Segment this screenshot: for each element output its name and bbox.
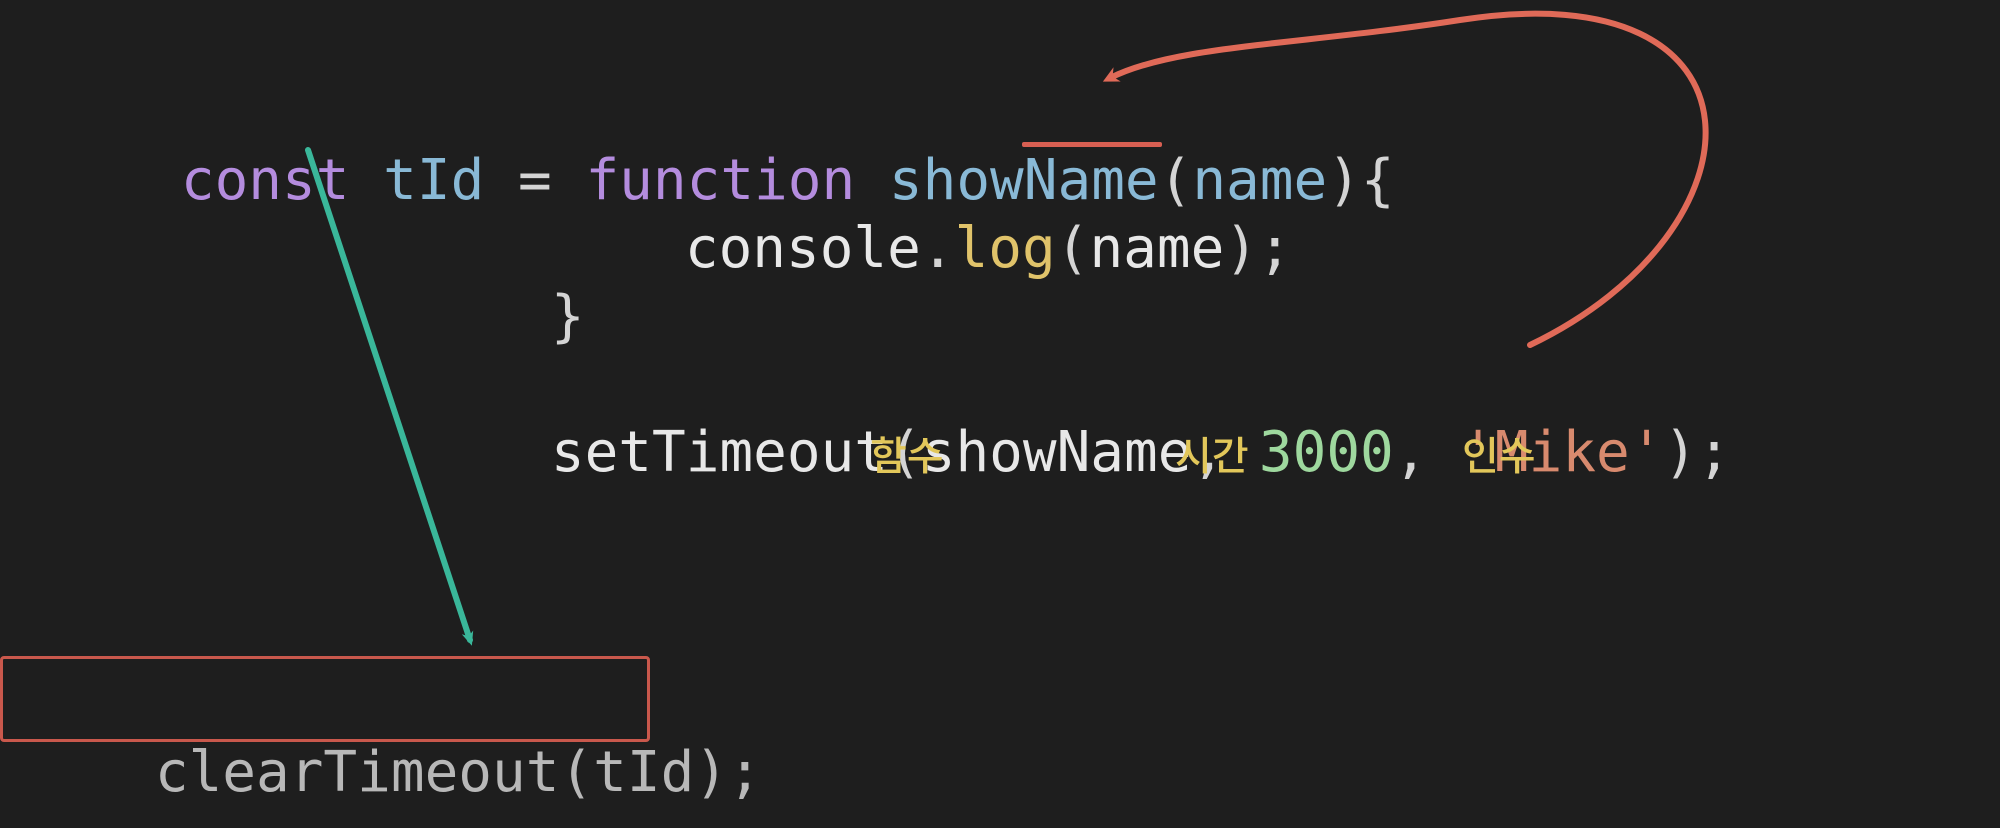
label-function: 함수 <box>870 424 944 482</box>
highlight-box <box>0 656 650 742</box>
code-line-2: console.log(name); <box>550 148 1292 350</box>
punct-c2: , <box>1394 420 1428 485</box>
op-eq: = <box>518 148 552 213</box>
label-time: 시간 <box>1175 424 1249 482</box>
method-log: log <box>955 216 1056 281</box>
punct-rp1: ){ <box>1327 148 1394 213</box>
slide-canvas: const tId = function showName(name){ con… <box>0 0 2000 828</box>
punct-rp5: ); <box>694 740 761 805</box>
kw-const: const <box>181 148 350 213</box>
ident-cleartimeout: clearTimeout <box>155 740 560 805</box>
arg-name: name <box>1089 216 1224 281</box>
num-3000: 3000 <box>1259 420 1394 485</box>
punct-lp5: ( <box>559 740 593 805</box>
ident-settimeout: setTimeout <box>551 420 888 485</box>
punct-rp4: ); <box>1663 420 1730 485</box>
underline-name <box>1022 142 1162 147</box>
punct-brace: } <box>551 284 585 349</box>
punct-dot: . <box>921 216 955 281</box>
arg-showname: showName <box>922 420 1192 485</box>
punct-lp2: ( <box>1056 216 1090 281</box>
label-argument: 인수 <box>1462 424 1536 482</box>
punct-rp2: ); <box>1224 216 1291 281</box>
ident-console: console <box>685 216 921 281</box>
arg-tid: tId <box>593 740 694 805</box>
ident-tid: tId <box>383 148 484 213</box>
